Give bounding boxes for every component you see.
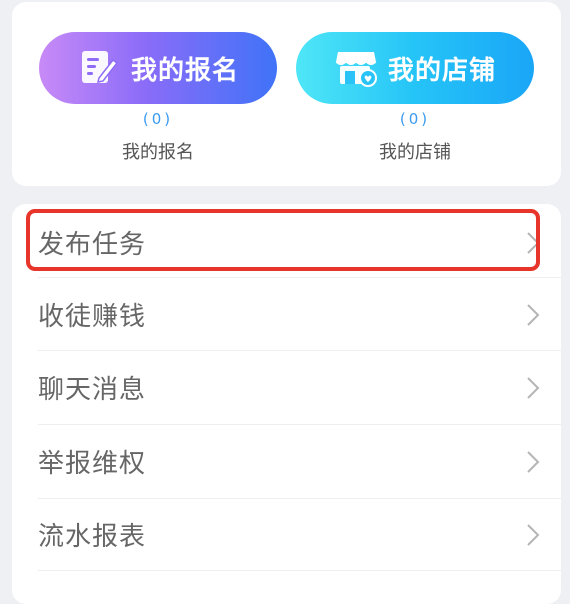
menu-item-transaction-report[interactable]: 流水报表 <box>12 498 561 571</box>
menu-item-report-rights[interactable]: 举报维权 <box>12 425 561 498</box>
signup-caption[interactable]: 我的报名 <box>39 138 277 164</box>
menu-item-label: 举报维权 <box>38 449 147 479</box>
menu-item-chat-messages[interactable]: 聊天消息 <box>12 351 561 424</box>
shop-count: (0) <box>399 110 431 128</box>
my-shop-button[interactable]: 我的店铺 <box>296 32 534 104</box>
menu-item-recruit-earn[interactable]: 收徒赚钱 <box>12 278 561 351</box>
my-signup-label: 我的报名 <box>130 55 239 86</box>
highlight-annotation-box <box>26 209 540 271</box>
chevron-right-icon <box>527 303 540 326</box>
menu-item-label: 流水报表 <box>38 522 147 552</box>
my-shop-label: 我的店铺 <box>387 55 496 86</box>
menu-item-label: 聊天消息 <box>38 375 147 405</box>
chevron-right-icon <box>527 523 540 546</box>
shortcuts-card: 我的报名 我的店铺 (0) 我的报名 (0) 我的店铺 <box>12 2 561 186</box>
divider <box>38 570 561 571</box>
menu-item-label: 收徒赚钱 <box>38 302 147 332</box>
shop-store-icon <box>334 46 378 90</box>
my-signup-button[interactable]: 我的报名 <box>39 32 277 104</box>
chevron-right-icon <box>527 450 540 473</box>
signup-form-icon <box>77 46 121 90</box>
chevron-right-icon <box>527 376 540 399</box>
shop-caption[interactable]: 我的店铺 <box>296 138 534 164</box>
signup-count: (0) <box>142 110 174 128</box>
